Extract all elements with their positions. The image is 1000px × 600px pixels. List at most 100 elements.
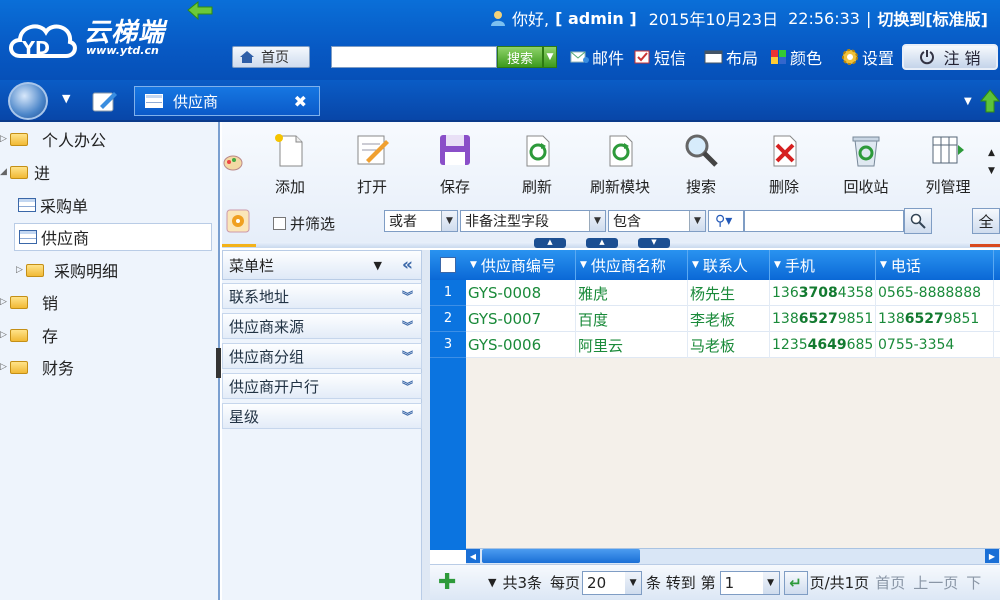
tab-supplier[interactable]: 供应商 ✖ [134, 86, 320, 116]
save-button[interactable]: 保存 [420, 132, 490, 202]
palette-icon[interactable] [222, 152, 244, 174]
sidebar-item-stock[interactable]: ▷ 存 [0, 323, 58, 347]
menu-item-contact-address[interactable]: 联系地址 ︾ [222, 283, 422, 309]
menu-item-star-rating[interactable]: 星级 ︾ [222, 403, 422, 429]
start-orb-icon[interactable] [8, 82, 48, 120]
prev-page-link[interactable]: 上一页 [913, 572, 958, 593]
cell-code[interactable]: GYS-0007 [466, 306, 576, 332]
column-menu-icon[interactable]: ▼ [880, 260, 887, 270]
color-link[interactable]: 颜色 [770, 46, 822, 68]
cell-contact[interactable]: 杨先生 [688, 280, 770, 306]
orb-dropdown-icon[interactable]: ▼ [62, 92, 70, 105]
toolbar-scroll-arrows-icon[interactable]: ▲ ▼ [988, 144, 995, 180]
add-button[interactable]: 添加 [255, 132, 325, 202]
back-arrow-icon[interactable] [186, 0, 214, 22]
operator-select[interactable]: 包含 ▼ [608, 210, 706, 232]
mail-link[interactable]: 邮件 [570, 46, 624, 68]
global-search-input[interactable] [331, 46, 497, 68]
sidebar-item-supplier[interactable]: 供应商 [14, 223, 212, 251]
sms-link[interactable]: 短信 [634, 46, 686, 68]
cell-phone[interactable]: 138 6527 9851 [876, 306, 994, 332]
add-row-icon[interactable]: ✚ [438, 570, 466, 595]
close-icon[interactable]: ✖ [294, 92, 307, 111]
home-button[interactable]: 首页 [232, 46, 310, 68]
scrollbar-thumb[interactable] [482, 549, 640, 563]
open-button[interactable]: 打开 [337, 132, 407, 202]
cell-code[interactable]: GYS-0008 [466, 280, 576, 306]
sidebar-item-sales[interactable]: ▷ 销 [0, 290, 58, 314]
cell-mobile[interactable]: 138 6527 9851 [770, 306, 876, 332]
pager-menu-icon[interactable]: ▼ [488, 576, 496, 589]
column-menu-icon[interactable]: ▼ [774, 260, 781, 270]
column-manage-button[interactable]: 列管理 [913, 132, 983, 202]
menu-item-supplier-group[interactable]: 供应商分组 ︾ [222, 343, 422, 369]
logic-select[interactable]: 或者 ▼ [384, 210, 458, 232]
scroll-left-icon[interactable]: ◀ [466, 549, 480, 563]
cell-contact[interactable]: 李老板 [688, 306, 770, 332]
sidebar-item-purchase-detail[interactable]: ▷ 采购明细 [16, 258, 118, 282]
column-header-phone[interactable]: ▼ 电话 [876, 250, 994, 280]
menu-item-supplier-bank[interactable]: 供应商开户行 ︾ [222, 373, 422, 399]
splitter-grip-icon[interactable]: ▼ [638, 238, 670, 248]
cell-contact[interactable]: 马老板 [688, 332, 770, 358]
refresh-module-button[interactable]: 刷新模块 [585, 132, 655, 202]
logout-button[interactable]: 注 销 [902, 44, 998, 70]
and-filter-checkbox-group[interactable]: 并筛选 [273, 213, 335, 234]
search-dropdown-icon[interactable]: ▼ [543, 46, 557, 68]
column-menu-icon[interactable]: ▼ [692, 260, 699, 270]
goto-enter-icon[interactable]: ↵ [783, 570, 808, 595]
splitter-grip-icon[interactable]: ▲ [586, 238, 618, 248]
edit-note-icon[interactable] [90, 88, 120, 114]
cell-mobile[interactable]: 1235 4649 685 [770, 332, 876, 358]
delete-button[interactable]: 删除 [749, 132, 819, 202]
splitter-grip-icon[interactable]: ▲ [534, 238, 566, 248]
cell-mobile[interactable]: 136 3708 4358 [770, 280, 876, 306]
tab-menu-dropdown-icon[interactable]: ▼ [964, 96, 972, 107]
page-select[interactable]: 1 ▼ [719, 570, 780, 595]
cell-name[interactable]: 百度 [576, 306, 688, 332]
and-filter-checkbox[interactable] [273, 217, 286, 230]
select-all-rows-checkbox[interactable] [440, 257, 456, 273]
filter-config-icon[interactable] [226, 209, 250, 233]
expand-triangle-icon[interactable]: ▷ [0, 330, 10, 340]
scroll-right-icon[interactable]: ▶ [985, 549, 999, 563]
search-button[interactable]: 搜索 [497, 46, 543, 68]
switch-version-link[interactable]: 切换到[标准版] [877, 6, 988, 30]
collapse-panel-icon[interactable]: « [402, 255, 413, 275]
search-tool-button[interactable]: 搜索 [666, 132, 736, 202]
column-header-mobile[interactable]: ▼ 手机 [770, 250, 876, 280]
filter-value-input[interactable] [744, 210, 904, 232]
expand-triangle-icon[interactable]: ▷ [0, 297, 10, 307]
cell-phone[interactable]: 0565-8888888 [876, 280, 994, 306]
column-menu-icon[interactable]: ▼ [580, 260, 587, 270]
settings-link[interactable]: 设置 [840, 46, 894, 68]
expand-triangle-icon[interactable]: ▷ [16, 265, 26, 275]
expand-triangle-icon[interactable]: ▷ [0, 362, 10, 372]
sidebar-item-purchase-order[interactable]: 采购单 [18, 193, 88, 217]
collapse-triangle-icon[interactable]: ◢ [0, 167, 10, 177]
up-arrow-icon[interactable] [980, 88, 1000, 114]
first-page-link[interactable]: 首页 [875, 572, 905, 593]
recycle-bin-button[interactable]: 回收站 [831, 132, 901, 202]
column-menu-icon[interactable]: ▼ [470, 260, 477, 270]
select-all-button[interactable]: 全 [972, 208, 1000, 234]
field-select[interactable]: 非备注型字段 ▼ [460, 210, 606, 232]
sidebar-item-purchase[interactable]: ◢ 进 [0, 160, 50, 184]
per-page-select[interactable]: 20 ▼ [582, 570, 643, 595]
sidebar-item-finance[interactable]: ▷ 财务 [0, 355, 74, 379]
column-header-name[interactable]: ▼ 供应商名称 [576, 250, 688, 280]
layout-link[interactable]: 布局 [704, 46, 758, 68]
menu-dropdown-icon[interactable]: ▼ [374, 259, 382, 272]
cell-name[interactable]: 雅虎 [576, 280, 688, 306]
search-mode-select[interactable]: ⚲▾ [708, 210, 744, 232]
cell-phone[interactable]: 0755-3354 [876, 332, 994, 358]
next-page-link[interactable]: 下 [966, 572, 981, 593]
sidebar-item-personal[interactable]: ▷ 个人办公 [0, 127, 106, 151]
refresh-button[interactable]: 刷新 [502, 132, 572, 202]
cell-code[interactable]: GYS-0006 [466, 332, 576, 358]
menu-item-supplier-source[interactable]: 供应商来源 ︾ [222, 313, 422, 339]
column-header-contact[interactable]: ▼ 联系人 [688, 250, 770, 280]
expand-triangle-icon[interactable]: ▷ [0, 134, 10, 144]
column-header-code[interactable]: ▼ 供应商编号 [466, 250, 576, 280]
cell-name[interactable]: 阿里云 [576, 332, 688, 358]
